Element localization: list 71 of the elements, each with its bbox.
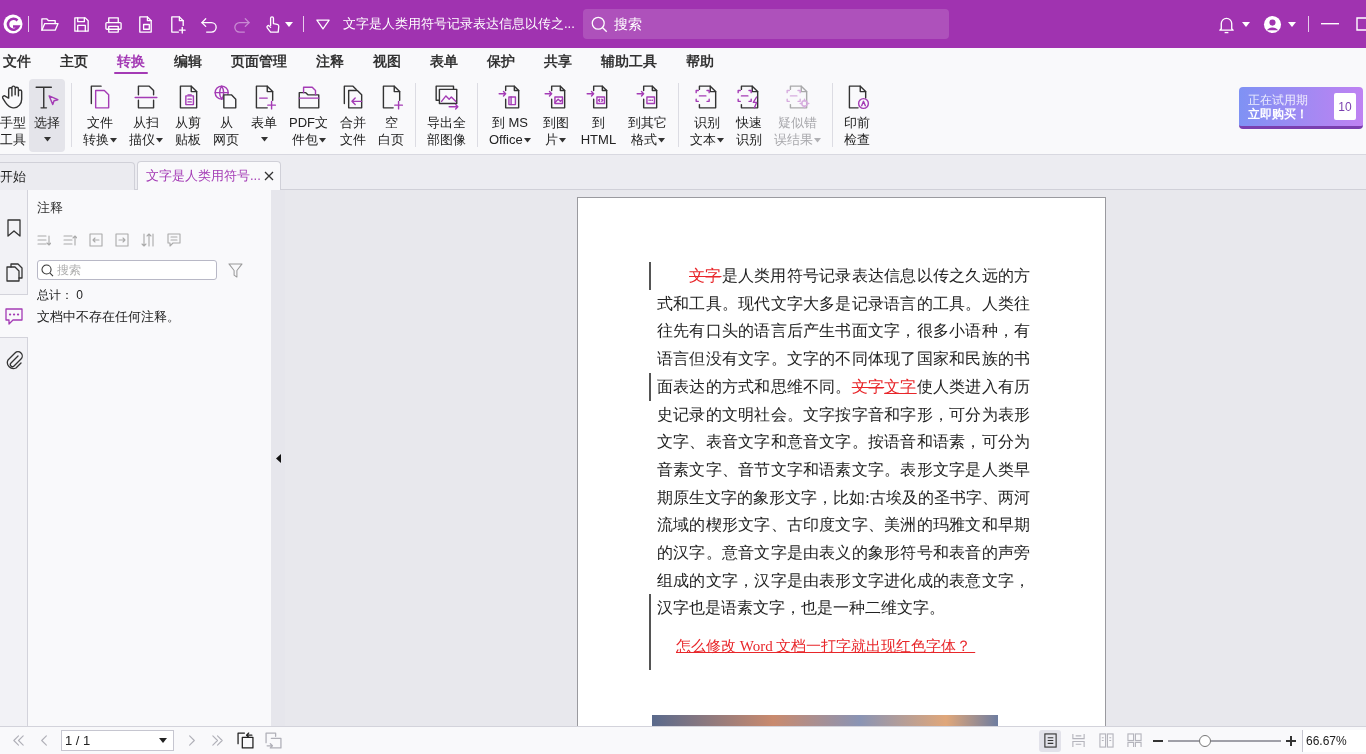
toolbar-button[interactable]: 印前 检查 xyxy=(839,79,876,152)
globe-document-icon xyxy=(213,84,239,110)
paperclip-icon xyxy=(4,350,24,370)
toolbar-button[interactable]: 表单 xyxy=(246,79,282,152)
menu-tab[interactable]: 视图 xyxy=(370,48,404,76)
bookmark-icon xyxy=(4,218,24,238)
single-page-button[interactable] xyxy=(1039,729,1061,752)
menu-tab[interactable]: 页面管理 xyxy=(228,48,290,76)
toolbar-button[interactable]: 选择 xyxy=(29,79,65,152)
text-cursor-icon xyxy=(34,84,60,110)
collapse-arrow-icon xyxy=(275,453,281,463)
continuous-pages-icon xyxy=(1070,733,1086,748)
toolbar-button[interactable]: 到 MS Office xyxy=(484,79,536,152)
toolbar-button[interactable]: 从 网页 xyxy=(208,79,244,152)
menu-tab[interactable]: 帮助 xyxy=(683,48,717,76)
toolbar-button[interactable]: 到 HTML xyxy=(575,79,622,152)
speech-bubble-icon xyxy=(4,306,24,326)
toolbar-button[interactable]: 从剪 贴板 xyxy=(170,79,206,152)
user-avatar-icon xyxy=(1263,14,1282,34)
document-tab[interactable]: 开始 xyxy=(0,162,135,190)
pages-icon xyxy=(4,262,24,282)
caret-icon xyxy=(159,738,167,743)
scanner-icon xyxy=(133,84,159,110)
toolbar-button[interactable]: 空 白页 xyxy=(373,79,409,152)
annotation-count: 总计： 0 xyxy=(37,287,84,303)
toolbar-button[interactable]: 快速 识别 xyxy=(731,79,768,152)
plus-icon xyxy=(1286,735,1296,746)
toolbar-button[interactable]: PDF文 件包 xyxy=(284,79,333,152)
toolbar-button[interactable]: 合并 文件 xyxy=(335,79,371,152)
menu-tab[interactable]: 共享 xyxy=(541,48,575,76)
trial-days-badge: 10 xyxy=(1334,93,1356,120)
single-page-icon xyxy=(1042,733,1058,748)
inserted-text-line: 怎么修改 Word 文档一打字就出现红色字体？ xyxy=(675,637,973,657)
menu-tab[interactable]: 辅助工具 xyxy=(598,48,660,76)
document-title: 文字是人类用符号记录表达信息以传之... xyxy=(343,15,575,33)
menu-tab[interactable]: 转换 xyxy=(114,48,148,76)
slider-thumb[interactable] xyxy=(1199,734,1212,747)
caret-icon xyxy=(1242,21,1250,27)
toolbar-button[interactable]: 到图 片 xyxy=(537,79,574,152)
document-paragraph: 文字是人类用符号记录表达信息以传之久远的方式和工具。现代文字大多是记录语言的工具。人类往往先有口头的语言后产生书面文字，很多小语种，有语言但没有文字。文字的不同体现了国家和民族的书面表达的方式和思维不同。文字文字使人类进入有历史记录的文明社会。文字按字音和字形，可分为表形文字、表音文字和意音文字。按语音和语素，可分为音素文字、音节文字和语素文字。 表形文字是人类早期原生文字的象形文字，比如:古埃及的圣书字、两河流域的楔形文字、古印度文字、美洲的玛雅文和早期的汉字。意音文字是由表义的象形符号和表音的声旁组成的文字，汉字是由表形文字进化成的表意文字，汉字也是语素文字，也是一种二维文字。 xyxy=(657,266,1030,619)
document-tab[interactable]: 文字是人类用符号... xyxy=(137,161,281,190)
filter-icon[interactable] xyxy=(228,262,243,278)
menu-tab[interactable]: 保护 xyxy=(484,48,518,76)
toolbar-button[interactable]: 文件 转换 xyxy=(78,79,122,152)
scan-target-icon xyxy=(784,84,811,110)
panel-title: 注释 xyxy=(37,199,64,217)
toolbar-button[interactable]: 手型 工具 xyxy=(0,79,27,152)
search-icon xyxy=(591,15,608,33)
empty-message: 文档中不存在任何注释。 xyxy=(37,308,181,326)
toolbar-button[interactable]: 到其它 格式 xyxy=(623,79,673,152)
triangle-down-icon xyxy=(316,18,330,30)
trial-purchase-button[interactable]: 正在试用期 立即购买！ 10 xyxy=(1239,87,1363,129)
caret-icon xyxy=(1288,21,1296,27)
annotation-search-field[interactable]: 搜索 xyxy=(37,260,217,280)
menu-tab[interactable]: 文件 xyxy=(0,48,34,76)
minimize-icon xyxy=(1321,23,1339,25)
maximize-icon xyxy=(1356,17,1366,31)
menu-tab[interactable]: 编辑 xyxy=(171,48,205,76)
app-logo-icon xyxy=(3,14,23,34)
two-pages-icon xyxy=(1098,733,1114,748)
zoom-field[interactable]: 66.67% xyxy=(1302,729,1366,752)
menu-tab[interactable]: 注释 xyxy=(313,48,347,76)
four-pages-icon xyxy=(1126,733,1142,748)
search-icon xyxy=(41,263,54,277)
toolbar-button[interactable]: 从扫 描仪 xyxy=(124,79,168,152)
toolbar-button[interactable]: 导出全 部图像 xyxy=(422,79,471,152)
images-export-icon xyxy=(433,84,460,110)
toolbar-button[interactable]: 识别 文本 xyxy=(685,79,730,152)
page-number-field[interactable]: 1 / 1 xyxy=(61,730,174,751)
menu-tab[interactable]: 主页 xyxy=(57,48,91,76)
menu-tab[interactable]: 表单 xyxy=(427,48,461,76)
